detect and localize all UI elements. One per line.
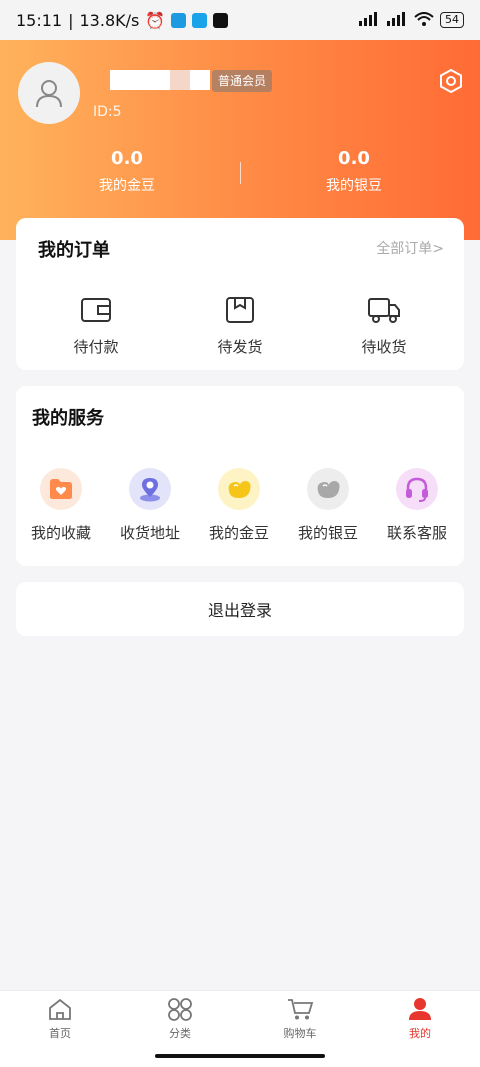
package-icon	[226, 297, 254, 323]
gold-beans-value: 0.0	[111, 148, 143, 169]
tab-category[interactable]: 分类	[140, 997, 220, 1041]
category-icon	[168, 998, 192, 1021]
truck-icon	[368, 298, 400, 323]
wifi-icon	[414, 11, 434, 29]
service-label: 我的银豆	[297, 524, 358, 542]
status-net-speed: 13.8K/s	[79, 10, 140, 30]
order-pending-payment[interactable]: 待付款	[46, 296, 146, 357]
home-icon	[49, 998, 71, 1020]
user-id: ID:5	[93, 104, 122, 120]
home-indicator[interactable]	[155, 1054, 325, 1058]
tab-cart[interactable]: 购物车	[260, 997, 340, 1041]
settings-button[interactable]	[438, 68, 464, 94]
signal-2-icon	[386, 11, 408, 29]
silver-beans-value: 0.0	[338, 148, 370, 169]
status-separator: |	[68, 10, 74, 30]
tab-label: 购物车	[283, 1027, 317, 1040]
order-item-label: 待收货	[361, 338, 407, 356]
stats-divider	[240, 162, 241, 184]
settings-hexagon-icon	[440, 68, 462, 94]
orders-title: 我的订单	[38, 240, 110, 261]
tab-label: 首页	[49, 1027, 71, 1040]
user-avatar-icon	[36, 80, 62, 108]
service-label: 我的收藏	[30, 524, 91, 542]
tiktok-icon	[213, 12, 229, 28]
service-address[interactable]: 收货地址	[105, 468, 195, 543]
user-icon	[409, 998, 431, 1020]
service-silver-beans[interactable]: 我的银豆	[283, 468, 373, 543]
service-label: 联系客服	[386, 524, 447, 542]
profile-header: 普通会员 ID:5 0.0 我的金豆 0.0 我的银豆	[0, 40, 480, 240]
avatar[interactable]	[18, 62, 80, 124]
order-pending-receipt[interactable]: 待收货	[334, 296, 434, 357]
tab-home[interactable]: 首页	[20, 997, 100, 1041]
wallet-icon	[81, 298, 111, 322]
headset-icon	[396, 468, 438, 510]
alarm-icon: ⏰	[145, 10, 166, 30]
orders-card: 我的订单 全部订单> 待付款 待发货 待收货	[16, 218, 464, 370]
logout-button[interactable]: 退出登录	[16, 582, 464, 636]
service-favorites[interactable]: 我的收藏	[16, 468, 106, 543]
gold-beans-label: 我的金豆	[99, 178, 155, 194]
tab-label: 我的	[409, 1027, 431, 1040]
upload-notification-icon	[192, 12, 208, 28]
services-title: 我的服务	[32, 408, 104, 429]
battery-indicator: 54	[440, 12, 464, 28]
order-item-label: 待付款	[73, 338, 119, 356]
service-customer-support[interactable]: 联系客服	[372, 468, 462, 543]
username-redacted	[110, 70, 210, 90]
service-gold-beans[interactable]: 我的金豆	[194, 468, 284, 543]
gold-bean-icon	[218, 468, 260, 510]
silver-beans-stat[interactable]: 0.0 我的银豆	[284, 148, 424, 195]
member-badge: 普通会员	[212, 70, 273, 92]
signal-icon	[358, 11, 380, 29]
status-time: 15:11	[16, 10, 63, 30]
cart-icon	[288, 999, 314, 1020]
service-label: 我的金豆	[208, 524, 269, 542]
status-bar: 15:11 | 13.8K/s ⏰ 54	[0, 0, 480, 40]
app-notification-icon	[171, 12, 187, 28]
location-pin-icon	[129, 468, 171, 510]
tab-mine[interactable]: 我的	[380, 997, 460, 1041]
gold-beans-stat[interactable]: 0.0 我的金豆	[57, 148, 197, 195]
service-label: 收货地址	[119, 524, 180, 542]
all-orders-link[interactable]: 全部订单>	[376, 238, 444, 258]
order-item-label: 待发货	[217, 338, 263, 356]
tab-label: 分类	[169, 1027, 191, 1040]
silver-bean-icon	[307, 468, 349, 510]
favorite-folder-icon	[40, 468, 82, 510]
order-pending-shipment[interactable]: 待发货	[190, 296, 290, 357]
services-card: 我的服务 我的收藏 收货地址 我的金豆 我的银豆 联系客服	[16, 386, 464, 566]
silver-beans-label: 我的银豆	[326, 178, 382, 194]
